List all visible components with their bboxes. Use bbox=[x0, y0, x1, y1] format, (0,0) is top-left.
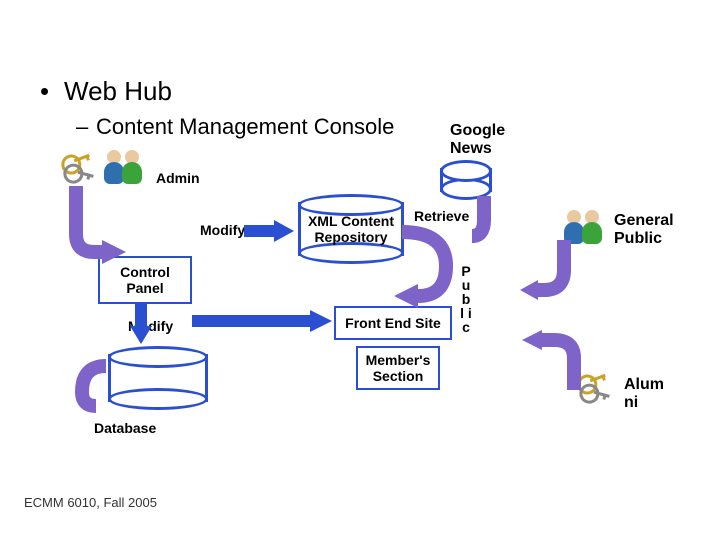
arrow-admin-to-xml bbox=[244, 220, 294, 242]
bullet-dot: • bbox=[40, 76, 49, 107]
cylinder-google-news bbox=[440, 160, 492, 200]
arrow-keys-curl bbox=[56, 186, 126, 276]
arrow-alumni-curl bbox=[520, 330, 590, 400]
arrow-google-to-xml bbox=[472, 196, 522, 316]
label-news: News bbox=[450, 140, 492, 157]
label-database: Database bbox=[94, 420, 156, 436]
label-general-public: General Public bbox=[614, 212, 674, 248]
arrow-control-to-front bbox=[192, 310, 332, 332]
label-google: Google bbox=[450, 122, 505, 139]
label-modify-top: Modify bbox=[200, 222, 245, 238]
bullet-cmc: Content Management Console bbox=[96, 114, 394, 140]
bullet-dash: – bbox=[76, 114, 88, 140]
keys-icon bbox=[60, 150, 100, 190]
label-retrieve: Retrieve bbox=[414, 208, 469, 224]
label-xml-repo: XML Content Repository bbox=[298, 213, 404, 245]
bullet-web-hub: Web Hub bbox=[64, 76, 172, 107]
cylinder-database bbox=[108, 346, 208, 410]
arrow-control-to-db bbox=[130, 302, 152, 344]
label-google-news: Google News bbox=[450, 122, 505, 158]
cylinder-xml-repo: XML Content Repository bbox=[298, 194, 404, 264]
label-admin: Admin bbox=[156, 170, 200, 186]
box-members-section: Member'sSection bbox=[356, 346, 440, 390]
arrow-db-curl bbox=[64, 356, 110, 416]
label-alumni: Alum ni bbox=[624, 376, 664, 412]
arrow-xml-to-front bbox=[394, 232, 474, 312]
footer: ECMM 6010, Fall 2005 bbox=[24, 495, 157, 510]
arrow-public-curl bbox=[520, 240, 580, 310]
admin-people-icon bbox=[104, 150, 150, 190]
